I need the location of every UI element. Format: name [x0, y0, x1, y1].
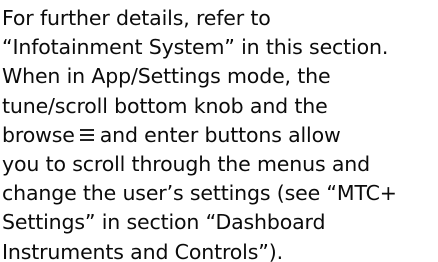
text-line-6: you to scroll through the menus and	[2, 152, 370, 177]
body-paragraph: For further details, refer to “Infotainm…	[2, 4, 438, 262]
text-line-5: browse and enter buttons allow	[2, 121, 438, 150]
text-line-9: Instruments and Controls”).	[2, 239, 283, 262]
browse-word: browse	[2, 122, 75, 147]
text-line-2: “Infotainment System” in this section.	[2, 35, 389, 60]
text-line-4: tune/scroll bottom knob and the	[2, 93, 328, 118]
menu-list-icon	[79, 128, 94, 141]
text-line-8: Settings” in section “Dashboard	[2, 210, 326, 235]
manual-page: For further details, refer to “Infotainm…	[0, 0, 438, 262]
text-line-7: change the user’s settings (see “MTC+	[2, 181, 397, 206]
text-line-3: When in App/Settings mode, the	[2, 64, 331, 89]
text-line-5-rest: and enter buttons allow	[99, 122, 341, 147]
text-line-1: For further details, refer to	[2, 6, 271, 30]
